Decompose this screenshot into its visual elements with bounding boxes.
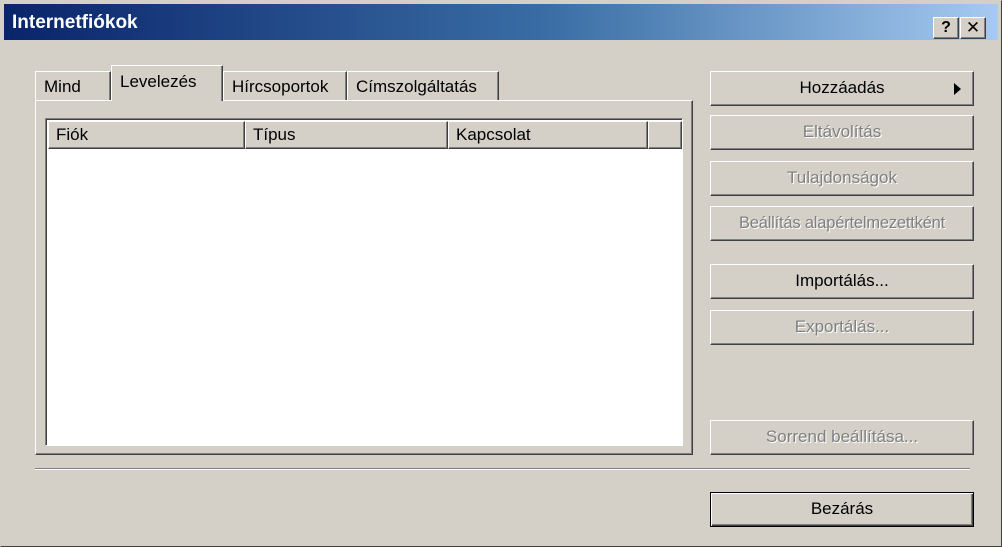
divider	[35, 468, 970, 470]
tab-label: Címszolgáltatás	[356, 77, 477, 96]
add-button-label: Hozzáadás	[799, 78, 885, 97]
accounts-list[interactable]: Fiók Típus Kapcsolat	[45, 118, 683, 446]
tab-all[interactable]: Mind	[35, 71, 111, 101]
tab-mail[interactable]: Levelezés	[111, 65, 223, 101]
tab-panel: Fiók Típus Kapcsolat	[35, 100, 693, 455]
dialog-title: Internetfiókok	[12, 12, 138, 33]
remove-button-label: Eltávolítás	[802, 122, 882, 141]
internet-accounts-dialog: Internetfiókok ? ✕ Mind Levelezés Hírcso…	[0, 0, 1002, 547]
export-button[interactable]: Exportálás...	[710, 310, 974, 345]
help-button[interactable]: ?	[933, 17, 959, 39]
import-button-label: Importálás...	[795, 271, 889, 290]
close-window-button[interactable]: ✕	[960, 17, 986, 39]
tab-label: Hírcsoportok	[232, 77, 329, 96]
column-header-connection[interactable]: Kapcsolat	[448, 121, 648, 149]
set-order-button[interactable]: Sorrend beállítása...	[710, 420, 974, 455]
list-body[interactable]	[48, 149, 680, 443]
close-button-label: Bezárás	[810, 499, 874, 518]
submenu-arrow-icon	[954, 83, 961, 95]
import-button[interactable]: Importálás...	[710, 264, 974, 299]
tab-news[interactable]: Hírcsoportok	[223, 71, 347, 101]
column-header-account[interactable]: Fiók	[48, 121, 245, 149]
set-default-button[interactable]: Beállítás alapértelmezettként	[710, 206, 974, 241]
set-default-button-label: Beállítás alapértelmezettként	[738, 214, 946, 232]
properties-button-label: Tulajdonságok	[787, 168, 897, 187]
tab-label: Mind	[44, 77, 81, 96]
remove-button[interactable]: Eltávolítás	[710, 115, 974, 150]
properties-button[interactable]: Tulajdonságok	[710, 161, 974, 196]
export-button-label: Exportálás...	[794, 317, 890, 336]
tab-directory-service[interactable]: Címszolgáltatás	[347, 71, 499, 101]
tab-label: Levelezés	[120, 72, 197, 91]
add-button[interactable]: Hozzáadás	[710, 71, 974, 106]
list-header: Fiók Típus Kapcsolat	[48, 121, 682, 149]
set-order-button-label: Sorrend beállítása...	[765, 427, 919, 446]
column-header-filler	[648, 121, 682, 149]
column-header-type[interactable]: Típus	[245, 121, 448, 149]
title-bar[interactable]: Internetfiókok ? ✕	[4, 4, 998, 40]
close-button[interactable]: Bezárás	[710, 492, 974, 527]
